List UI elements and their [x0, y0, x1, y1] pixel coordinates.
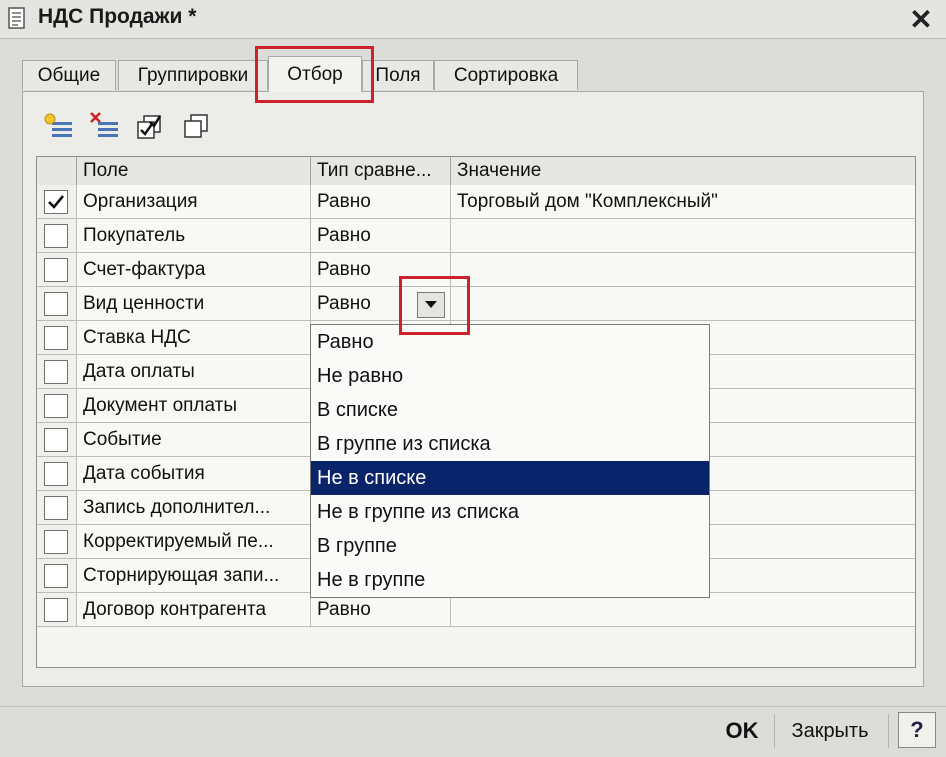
tab-label: Общие — [37, 64, 101, 86]
comparison-dropdown-list: Равно Не равно В списке В группе из списка Н… — [310, 324, 710, 598]
table-header: Поле Тип сравне... Значение — [37, 157, 915, 186]
table-row[interactable]: Покупатель Равно — [37, 219, 915, 253]
row-checkbox[interactable] — [44, 598, 68, 622]
ok-button[interactable]: OK — [718, 710, 766, 752]
field-cell[interactable]: Корректируемый пе... — [77, 525, 311, 559]
checkbox-cell — [37, 355, 77, 389]
dropdown-option[interactable]: Равно — [311, 325, 709, 359]
document-icon — [8, 7, 26, 29]
field-cell[interactable]: Организация — [77, 185, 311, 219]
window-title: НДС Продажи * — [38, 5, 197, 28]
value-cell[interactable] — [451, 219, 915, 253]
add-rows-icon[interactable] — [42, 110, 76, 144]
header-checkbox-column — [37, 157, 77, 185]
comparison-cell[interactable]: Равно — [311, 593, 451, 627]
checkbox-cell — [37, 253, 77, 287]
tab-label: Сортировка — [453, 64, 559, 86]
row-checkbox[interactable] — [44, 258, 68, 282]
close-button[interactable]: Закрыть — [782, 710, 878, 752]
checkbox-cell — [37, 423, 77, 457]
dropdown-option[interactable]: Не в группе — [311, 563, 709, 597]
comparison-cell[interactable]: Равно — [311, 253, 451, 287]
row-checkbox[interactable] — [44, 326, 68, 350]
table-row[interactable]: Счет-фактура Равно — [37, 253, 915, 287]
field-cell[interactable]: Ставка НДС — [77, 321, 311, 355]
tab-fields[interactable]: Поля — [362, 60, 434, 90]
tab-general[interactable]: Общие — [22, 60, 116, 90]
comparison-cell[interactable]: Равно — [311, 219, 451, 253]
header-comparison[interactable]: Тип сравне... — [311, 157, 451, 185]
row-checkbox[interactable] — [44, 564, 68, 588]
dropdown-option[interactable]: Не в группе из списка — [311, 495, 709, 529]
value-cell[interactable]: Торговый дом "Комплексный" — [451, 185, 915, 219]
field-cell[interactable]: Документ оплаты — [77, 389, 311, 423]
dropdown-option[interactable]: В группе из списка — [311, 427, 709, 461]
checkbox-cell — [37, 491, 77, 525]
field-cell[interactable]: Договор контрагента — [77, 593, 311, 627]
row-checkbox[interactable] — [44, 530, 68, 554]
table-row[interactable]: Вид ценности Равно — [37, 287, 915, 321]
tab-label: Отбор — [287, 63, 343, 85]
checkbox-cell — [37, 287, 77, 321]
field-cell[interactable]: Вид ценности — [77, 287, 311, 321]
checkbox-cell — [37, 525, 77, 559]
checkmark-icon — [48, 195, 65, 209]
field-cell[interactable]: Событие — [77, 423, 311, 457]
header-value[interactable]: Значение — [451, 157, 915, 185]
table-row[interactable]: Организация Равно Торговый дом "Комплексны… — [37, 185, 915, 219]
row-checkbox[interactable] — [44, 190, 68, 214]
footer-divider — [888, 714, 889, 748]
tab-strip: Общие Группировки Отбор Поля Сортировка — [22, 56, 922, 92]
checkbox-cell — [37, 185, 77, 219]
checkbox-cell — [37, 593, 77, 627]
row-checkbox[interactable] — [44, 496, 68, 520]
checkbox-cell — [37, 389, 77, 423]
dropdown-option[interactable]: Не равно — [311, 359, 709, 393]
close-icon[interactable]: ✕ — [904, 2, 938, 36]
field-cell[interactable]: Покупатель — [77, 219, 311, 253]
field-cell[interactable]: Дата оплаты — [77, 355, 311, 389]
table-row[interactable]: Договор контрагента Равно — [37, 593, 915, 627]
tab-groupings[interactable]: Группировки — [118, 60, 268, 90]
tab-label: Поля — [375, 64, 421, 86]
row-checkbox[interactable] — [44, 292, 68, 316]
comparison-cell[interactable]: Равно — [311, 185, 451, 219]
dropdown-option[interactable]: Не в списке — [311, 461, 709, 495]
row-checkbox[interactable] — [44, 428, 68, 452]
header-field[interactable]: Поле — [77, 157, 311, 185]
checkbox-cell — [37, 457, 77, 491]
check-all-icon[interactable] — [134, 110, 168, 144]
row-checkbox[interactable] — [44, 224, 68, 248]
checkbox-cell — [37, 321, 77, 355]
field-cell[interactable]: Счет-фактура — [77, 253, 311, 287]
checkbox-cell — [37, 559, 77, 593]
row-checkbox[interactable] — [44, 394, 68, 418]
tab-sorting[interactable]: Сортировка — [434, 60, 578, 90]
delete-rows-icon[interactable] — [88, 110, 122, 144]
row-checkbox[interactable] — [44, 462, 68, 486]
value-cell[interactable] — [451, 287, 915, 321]
chevron-down-icon — [425, 301, 437, 308]
value-cell[interactable] — [451, 253, 915, 287]
field-cell[interactable]: Сторнирующая запи... — [77, 559, 311, 593]
checkbox-cell — [37, 219, 77, 253]
row-checkbox[interactable] — [44, 360, 68, 384]
copy-icon[interactable] — [180, 110, 214, 144]
comparison-dropdown-button[interactable] — [417, 292, 445, 318]
tab-label: Группировки — [137, 64, 249, 86]
dropdown-option[interactable]: В списке — [311, 393, 709, 427]
field-cell[interactable]: Запись дополнител... — [77, 491, 311, 525]
value-cell[interactable] — [451, 593, 915, 627]
field-cell[interactable]: Дата события — [77, 457, 311, 491]
dropdown-option[interactable]: В группе — [311, 529, 709, 563]
tab-filter[interactable]: Отбор — [268, 56, 362, 92]
help-icon[interactable]: ? — [898, 712, 936, 748]
footer-divider — [774, 714, 775, 748]
